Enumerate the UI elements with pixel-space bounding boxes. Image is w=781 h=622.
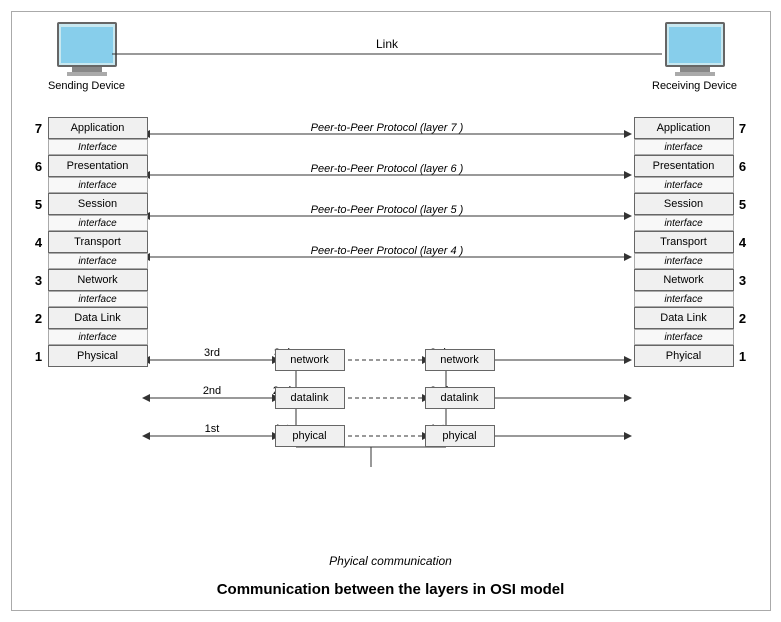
- layer-4-left-box: Transport: [48, 231, 148, 253]
- sending-device: Sending Device: [42, 22, 132, 92]
- svg-text:1st: 1st: [204, 423, 219, 435]
- layer-3-right-num: 3: [734, 273, 752, 288]
- layer-1-left-box: Physical: [48, 345, 148, 367]
- layer-5-left-num: 5: [30, 197, 48, 212]
- layer-1-right-box: Phyical: [634, 345, 734, 367]
- layer-6-left-row: 6 Presentation: [30, 155, 148, 177]
- interface-2-left: interface: [48, 329, 148, 345]
- interface-5-right: interface: [634, 215, 734, 231]
- monitor-left: [57, 22, 117, 67]
- interface-3-left: interface: [48, 291, 148, 307]
- interface-6-left: interface: [48, 177, 148, 193]
- sending-label: Sending Device: [48, 80, 125, 92]
- layer-3-left-row: 3 Network: [30, 269, 148, 291]
- layer-1-right-row: Phyical 1: [634, 345, 752, 367]
- diagram-container: Sending Device Receiving Device Link Pee…: [11, 11, 771, 611]
- svg-text:Peer-to-Peer Protocol (layer 4: Peer-to-Peer Protocol (layer 4 ): [310, 245, 463, 257]
- interface-4-right: interface: [634, 253, 734, 269]
- layer-2-left-num: 2: [30, 311, 48, 326]
- layer-3-right-row: Network 3: [634, 269, 752, 291]
- main-title: Communication between the layers in OSI …: [217, 581, 565, 598]
- monitor-right: [665, 22, 725, 67]
- middle-physical-right: phyical: [425, 425, 495, 447]
- left-layer-stack: 7 Application Interface 6 Presentation i…: [30, 117, 148, 367]
- layer-2-left-row: 2 Data Link: [30, 307, 148, 329]
- layer-5-left-row: 5 Session: [30, 193, 148, 215]
- middle-datalink-right: datalink: [425, 387, 495, 409]
- layer-3-left-box: Network: [48, 269, 148, 291]
- layer-6-left-box: Presentation: [48, 155, 148, 177]
- layer-4-right-box: Transport: [634, 231, 734, 253]
- middle-network-right: network: [425, 349, 495, 371]
- receiving-label: Receiving Device: [652, 80, 737, 92]
- layer-6-left-num: 6: [30, 159, 48, 174]
- layer-7-left-box: Application: [48, 117, 148, 139]
- svg-text:Peer-to-Peer Protocol (layer 5: Peer-to-Peer Protocol (layer 5 ): [310, 204, 463, 216]
- interface-7-right: interface: [634, 139, 734, 155]
- layer-6-right-box: Presentation: [634, 155, 734, 177]
- layer-4-right-row: Transport 4: [634, 231, 752, 253]
- layer-5-right-box: Session: [634, 193, 734, 215]
- layer-5-right-num: 5: [734, 197, 752, 212]
- interface-2-right: interface: [634, 329, 734, 345]
- layer-5-right-row: Session 5: [634, 193, 752, 215]
- layer-4-left-row: 4 Transport: [30, 231, 148, 253]
- layer-6-right-row: Presentation 6: [634, 155, 752, 177]
- interface-7-left: Interface: [48, 139, 148, 155]
- layer-2-left-box: Data Link: [48, 307, 148, 329]
- layer-1-right-num: 1: [734, 349, 752, 364]
- layer-3-left-num: 3: [30, 273, 48, 288]
- layer-4-right-num: 4: [734, 235, 752, 250]
- layer-7-left-num: 7: [30, 121, 48, 136]
- layer-3-right-box: Network: [634, 269, 734, 291]
- svg-text:3rd: 3rd: [204, 347, 220, 359]
- svg-text:2nd: 2nd: [202, 385, 220, 397]
- layer-2-right-box: Data Link: [634, 307, 734, 329]
- layer-7-right-num: 7: [734, 121, 752, 136]
- interface-3-right: interface: [634, 291, 734, 307]
- svg-text:Peer-to-Peer Protocol (layer 7: Peer-to-Peer Protocol (layer 7 ): [310, 122, 463, 134]
- svg-text:Link: Link: [375, 37, 398, 51]
- layer-7-right-box: Application: [634, 117, 734, 139]
- layer-7-left-row: 7 Application: [30, 117, 148, 139]
- layer-7-right-row: Application 7: [634, 117, 752, 139]
- layer-5-left-box: Session: [48, 193, 148, 215]
- layer-6-right-num: 6: [734, 159, 752, 174]
- middle-physical-left: phyical: [275, 425, 345, 447]
- layer-2-right-row: Data Link 2: [634, 307, 752, 329]
- right-layer-stack: Application 7 interface Presentation 6 i…: [634, 117, 752, 367]
- receiving-device: Receiving Device: [650, 22, 740, 92]
- middle-network-left: network: [275, 349, 345, 371]
- phyical-communication-label: Phyical communication: [329, 554, 452, 568]
- interface-6-right: interface: [634, 177, 734, 193]
- layer-2-right-num: 2: [734, 311, 752, 326]
- svg-text:Peer-to-Peer Protocol (layer 6: Peer-to-Peer Protocol (layer 6 ): [310, 163, 463, 175]
- layer-4-left-num: 4: [30, 235, 48, 250]
- interface-4-left: interface: [48, 253, 148, 269]
- layer-1-left-row: 1 Physical: [30, 345, 148, 367]
- layer-1-left-num: 1: [30, 349, 48, 364]
- interface-5-left: interface: [48, 215, 148, 231]
- middle-datalink-left: datalink: [275, 387, 345, 409]
